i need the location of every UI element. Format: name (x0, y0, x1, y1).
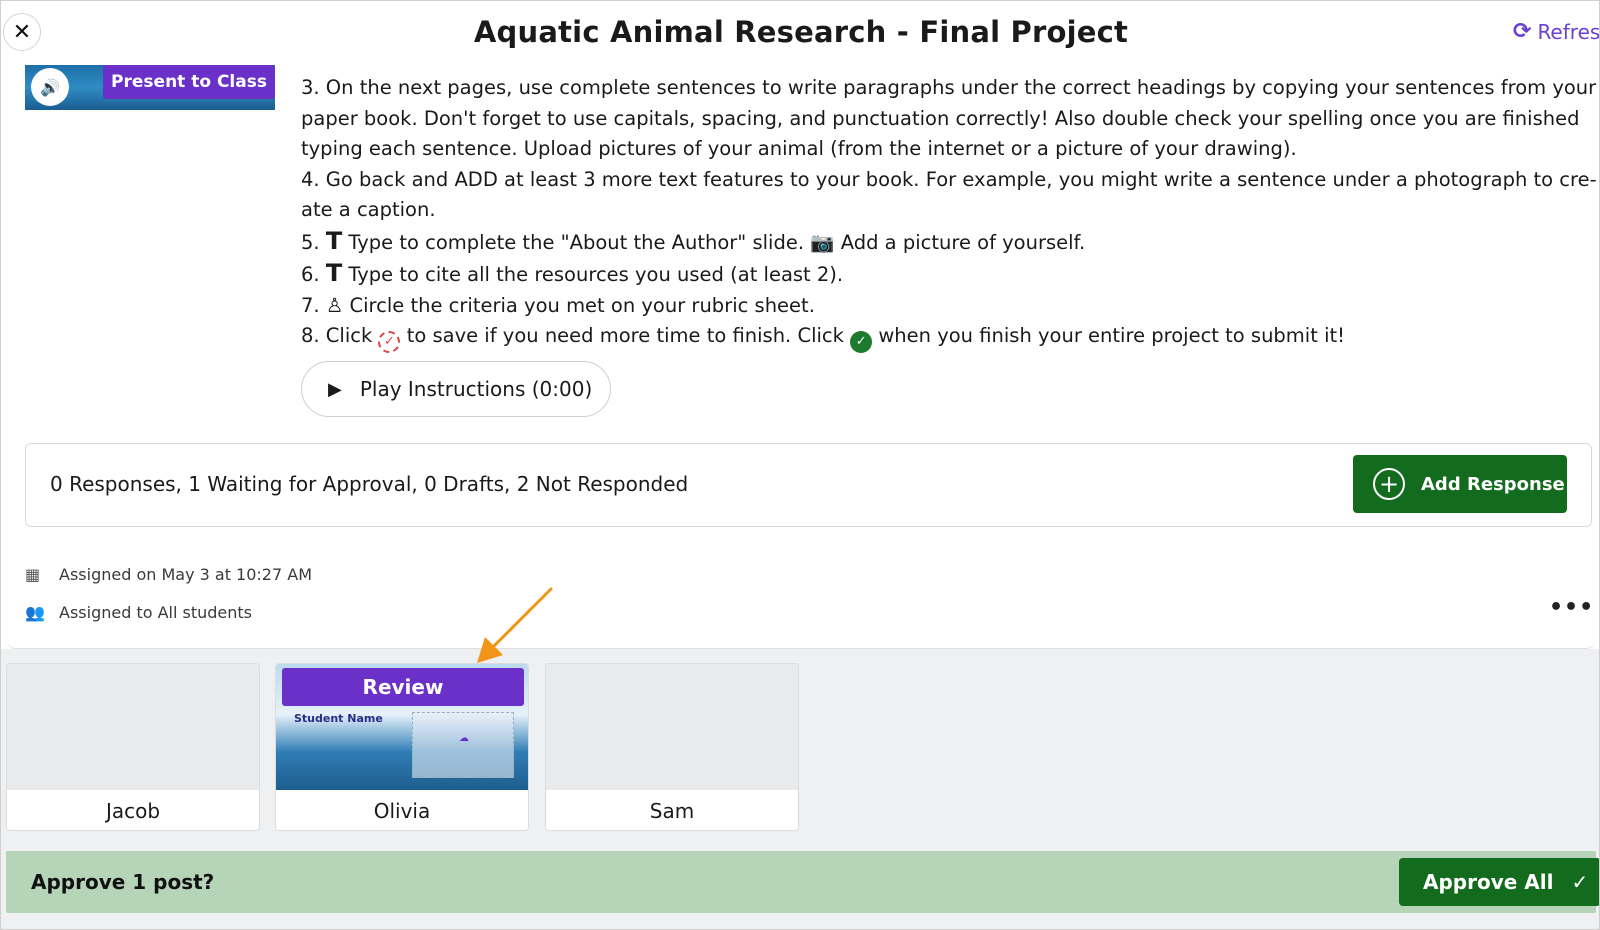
add-response-button[interactable]: + Add Response (1353, 455, 1567, 513)
more-options-button[interactable]: ••• (1549, 595, 1594, 620)
assigned-date-text: Assigned on May 3 at 10:27 AM (59, 565, 312, 584)
student-card-thumbnail (7, 664, 259, 790)
play-instructions-label: Play Instructions (0:00) (359, 377, 593, 401)
play-icon: ▶ (328, 378, 342, 400)
submit-check-icon: ✓ (850, 331, 873, 353)
text-tool-icon: T (325, 259, 343, 287)
assigned-to-text: Assigned to All students (59, 603, 253, 622)
thumbnail-image-placeholder: ☁ (412, 712, 514, 778)
upload-cloud-icon: ☁ (459, 733, 469, 744)
save-draft-icon: ✓ (378, 331, 401, 353)
refresh-label: Refres (1537, 19, 1600, 44)
instructions-text: 3. On the next pages, use complete sente… (301, 73, 1597, 353)
instruction-line: typing each sentence. Upload pictures of… (301, 137, 1297, 160)
student-name: Olivia (373, 799, 431, 823)
assigned-to: 👥 Assigned to All students (25, 603, 252, 622)
approve-prompt: Approve 1 post? (31, 870, 215, 894)
checkmark-icon: ✓ (1571, 870, 1589, 894)
camera-icon: 📷 (810, 230, 835, 254)
refresh-button[interactable]: ⟳ Refres (1513, 19, 1600, 44)
instruction-line: paper book. Don't forget to use capitals… (301, 106, 1580, 130)
approve-bar: Approve 1 post? Approve All ✓ (6, 851, 1599, 913)
add-response-label: Add Response (1421, 473, 1565, 495)
marker-icon: ♙ (325, 293, 344, 317)
page-title: Aquatic Animal Research - Final Project (473, 15, 1129, 49)
responses-summary: 0 Responses, 1 Waiting for Approval, 0 D… (50, 472, 689, 496)
instruction-line: 4. Go back and ADD at least 3 more text … (301, 167, 1597, 191)
thumbnail-student-name: Student Name (294, 712, 383, 725)
student-card-thumbnail (546, 664, 798, 790)
instruction-line: ate a caption. (301, 198, 436, 221)
instruction-line: 3. On the next pages, use complete sente… (301, 76, 1597, 99)
approve-all-label: Approve All (1423, 870, 1554, 894)
student-name: Jacob (105, 799, 161, 823)
arrow-shaft (485, 587, 553, 655)
people-icon: 👥 (25, 603, 45, 622)
refresh-icon: ⟳ (1513, 19, 1532, 44)
calendar-icon: ▦ (25, 565, 41, 584)
student-name: Sam (649, 799, 695, 823)
speaker-icon: 🔊 (40, 77, 60, 97)
student-card-olivia[interactable]: Student Name ☁ Review Olivia (275, 663, 529, 831)
instruction-line: 5. T Type to complete the "About the Aut… (301, 226, 1086, 255)
assignment-window: ✕ Aquatic Animal Research - Final Projec… (0, 0, 1600, 930)
speaker-button[interactable]: 🔊 (31, 68, 69, 106)
responses-summary-bar: 0 Responses, 1 Waiting for Approval, 0 D… (25, 443, 1592, 527)
text-tool-icon: T (325, 226, 343, 255)
instruction-line: 8. Click ✓ to save if you need more time… (301, 321, 1591, 353)
instruction-line: 7. ♙ Circle the criteria you met on your… (301, 293, 815, 317)
present-to-class-button[interactable]: Present to Class (103, 65, 275, 99)
approve-all-button[interactable]: Approve All ✓ (1399, 858, 1599, 906)
student-card-jacob[interactable]: Jacob (6, 663, 260, 831)
annotation-arrow (477, 587, 553, 663)
assigned-date: ▦ Assigned on May 3 at 10:27 AM (25, 565, 312, 584)
header: ✕ Aquatic Animal Research - Final Projec… (1, 1, 1600, 65)
play-instructions-button[interactable]: ▶ Play Instructions (0:00) (301, 361, 611, 417)
review-button[interactable]: Review (282, 668, 524, 706)
student-card-sam[interactable]: Sam (545, 663, 799, 831)
instruction-line: 6. T Type to cite all the resources you … (301, 259, 844, 287)
plus-circle-icon: + (1373, 468, 1405, 500)
